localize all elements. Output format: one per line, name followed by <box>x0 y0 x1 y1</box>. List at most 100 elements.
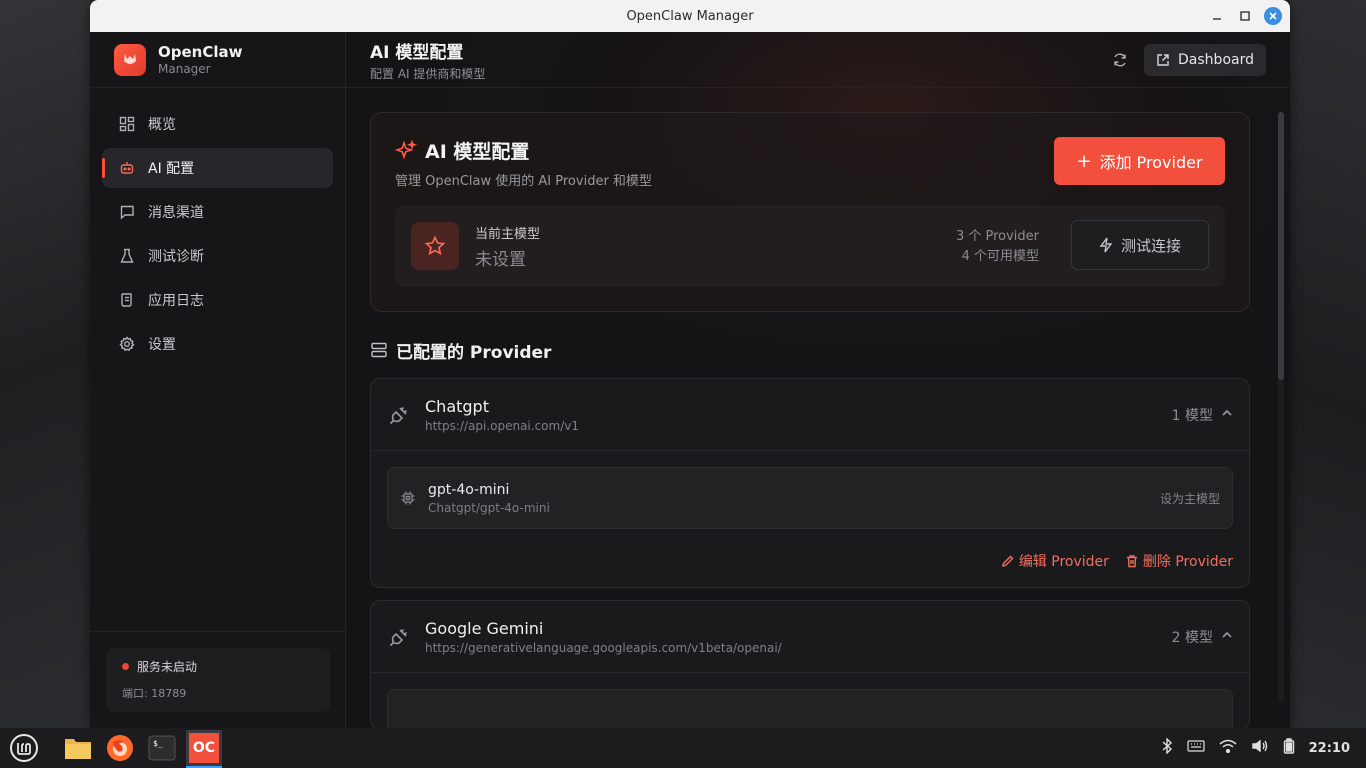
sidebar: OpenClaw Manager 概览 AI 配置 消息渠道 测试诊断 应用日志… <box>90 32 346 728</box>
available-model-count: 4 个可用模型 <box>961 249 1039 264</box>
grid-icon <box>118 115 136 133</box>
pencil-icon <box>1001 554 1015 568</box>
provider-model-count: 2 模型 <box>1171 630 1213 646</box>
add-provider-button[interactable]: + 添加 Provider <box>1054 137 1225 185</box>
terminal-icon: $_ <box>148 735 176 761</box>
model-row[interactable] <box>387 689 1233 728</box>
bot-icon <box>118 159 136 177</box>
dashboard-label: Dashboard <box>1178 52 1254 68</box>
sidebar-item-channels[interactable]: 消息渠道 <box>102 192 333 232</box>
provider-count: 3 个 Provider <box>955 229 1039 244</box>
volume-icon[interactable] <box>1251 739 1269 757</box>
providers-section-label: 已配置的 Provider <box>396 342 552 363</box>
delete-provider-button[interactable]: 删除 Provider <box>1125 551 1233 571</box>
battery-icon[interactable] <box>1283 738 1295 758</box>
sidebar-item-label: 概览 <box>148 117 176 133</box>
delete-provider-label: 删除 Provider <box>1142 554 1233 570</box>
sidebar-item-label: 设置 <box>148 337 176 353</box>
model-row[interactable]: gpt-4o-mini Chatgpt/gpt-4o-mini 设为主模型 <box>387 467 1233 529</box>
wifi-icon[interactable] <box>1219 739 1237 757</box>
taskbar-terminal[interactable]: $_ <box>144 730 180 766</box>
status-dot-icon <box>122 663 129 670</box>
openclaw-taskbar-label: OC <box>189 733 219 763</box>
minimize-icon <box>1213 18 1221 20</box>
provider-card-gemini: Google Gemini https://generativelanguage… <box>370 600 1250 728</box>
provider-header[interactable]: Google Gemini https://generativelanguage… <box>371 601 1249 673</box>
clock[interactable]: 22:10 <box>1309 741 1350 756</box>
server-icon <box>370 341 388 359</box>
maximize-icon <box>1240 11 1250 21</box>
scrollbar-thumb[interactable] <box>1278 112 1284 380</box>
trash-icon <box>1125 554 1139 568</box>
primary-model-value: 未设置 <box>475 250 526 270</box>
bluetooth-icon[interactable] <box>1161 737 1173 758</box>
gear-icon <box>118 335 136 353</box>
taskbar: $_ OC 22:10 <box>0 728 1366 768</box>
provider-name: Google Gemini <box>425 618 544 638</box>
refresh-button[interactable] <box>1110 50 1130 70</box>
close-button[interactable] <box>1264 7 1282 25</box>
folder-icon <box>65 739 91 759</box>
page-title: AI 模型配置 <box>370 42 464 63</box>
sparkles-icon <box>395 139 417 162</box>
primary-model-box: 当前主模型 未设置 3 个 Provider 4 个可用模型 测试连接 <box>395 205 1225 287</box>
provider-card-chatgpt: Chatgpt https://api.openai.com/v1 1 模型 g… <box>370 378 1250 588</box>
cpu-chip-icon <box>400 490 416 506</box>
model-stats: 3 个 Provider 4 个可用模型 <box>956 227 1039 267</box>
taskbar-firefox[interactable] <box>102 730 138 766</box>
plus-icon: + <box>1076 150 1092 172</box>
sidebar-item-ai-config[interactable]: AI 配置 <box>102 148 333 188</box>
openclaw-logo-icon <box>114 43 146 76</box>
chevron-up-icon[interactable] <box>1221 629 1233 645</box>
brand: OpenClaw Manager <box>90 32 345 88</box>
sidebar-footer: 服务未启动 端口: 18789 <box>90 631 346 728</box>
desktop-wallpaper-left <box>0 0 90 728</box>
sidebar-item-settings[interactable]: 设置 <box>102 324 333 364</box>
start-menu-button[interactable] <box>6 730 42 766</box>
test-connection-label: 测试连接 <box>1120 236 1181 255</box>
provider-model-count: 1 模型 <box>1171 408 1213 424</box>
ai-config-card: AI 模型配置 管理 OpenClaw 使用的 AI Provider 和模型 … <box>370 112 1250 312</box>
sidebar-item-logs[interactable]: 应用日志 <box>102 280 333 320</box>
provider-body: gpt-4o-mini Chatgpt/gpt-4o-mini 设为主模型 编辑… <box>371 451 1249 587</box>
set-primary-model-button[interactable]: 设为主模型 <box>1160 490 1220 507</box>
window-controls <box>1208 0 1282 32</box>
message-icon <box>118 203 136 221</box>
system-tray: 22:10 <box>1161 728 1350 768</box>
desktop-wallpaper-right <box>1290 0 1366 728</box>
providers-section-title: 已配置的 Provider <box>370 338 1250 363</box>
chevron-up-icon[interactable] <box>1221 407 1233 423</box>
provider-name: Chatgpt <box>425 396 489 416</box>
app-body: OpenClaw Manager 概览 AI 配置 消息渠道 测试诊断 应用日志… <box>90 32 1290 728</box>
dashboard-button[interactable]: Dashboard <box>1144 44 1266 76</box>
svg-text:$_: $_ <box>153 739 163 748</box>
taskbar-files[interactable] <box>60 730 96 766</box>
minimize-button[interactable] <box>1208 7 1226 25</box>
window-titlebar[interactable]: OpenClaw Manager <box>90 0 1290 32</box>
provider-body <box>371 673 1249 728</box>
refresh-icon <box>1114 53 1126 67</box>
model-name: gpt-4o-mini <box>428 481 510 498</box>
content-scrollbar[interactable] <box>1278 112 1284 702</box>
edit-provider-label: 编辑 Provider <box>1018 554 1109 570</box>
mint-logo-icon <box>10 734 38 762</box>
plug-icon <box>387 403 411 427</box>
provider-header[interactable]: Chatgpt https://api.openai.com/v1 1 模型 <box>371 379 1249 451</box>
sidebar-item-label: 测试诊断 <box>148 249 204 265</box>
sidebar-item-label: AI 配置 <box>148 161 195 177</box>
sidebar-item-diagnostics[interactable]: 测试诊断 <box>102 236 333 276</box>
external-link-icon <box>1156 53 1170 67</box>
sidebar-nav: 概览 AI 配置 消息渠道 测试诊断 应用日志 设置 <box>90 88 345 384</box>
edit-provider-button[interactable]: 编辑 Provider <box>1001 551 1109 571</box>
config-card-title: AI 模型配置 <box>425 141 530 163</box>
sidebar-item-label: 应用日志 <box>148 293 204 309</box>
test-connection-button[interactable]: 测试连接 <box>1071 220 1209 270</box>
service-status-box: 服务未启动 端口: 18789 <box>106 648 330 712</box>
service-port: 端口: 18789 <box>122 687 187 700</box>
app-window: OpenClaw Manager OpenClaw Manager 概览 AI … <box>90 0 1290 728</box>
sidebar-item-overview[interactable]: 概览 <box>102 104 333 144</box>
firefox-icon <box>107 735 133 761</box>
maximize-button[interactable] <box>1236 7 1254 25</box>
keyboard-icon[interactable] <box>1187 740 1205 756</box>
taskbar-openclaw[interactable]: OC <box>186 730 222 768</box>
